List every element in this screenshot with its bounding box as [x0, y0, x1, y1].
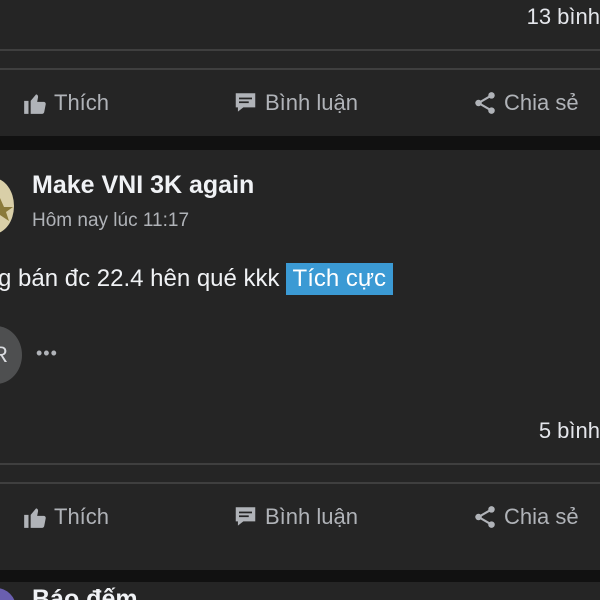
share-label: Chia sẻ	[504, 90, 579, 115]
divider	[0, 49, 600, 51]
comment-button[interactable]: Bình luận	[232, 90, 358, 116]
like-label: Thích	[54, 504, 110, 529]
author-name[interactable]: Báo đếm	[32, 585, 138, 600]
avatar-initial: R	[0, 342, 8, 367]
like-label: Thích	[54, 90, 110, 115]
post-body: g bán đc 22.4 hên qué kkk Tích cực	[0, 263, 393, 295]
like-button[interactable]: Thích	[22, 504, 109, 530]
post-card: 13 bình Thích Bình luận Chia sẻ	[0, 0, 600, 136]
author-avatar[interactable]	[0, 178, 14, 234]
share-icon	[472, 504, 498, 530]
divider	[0, 463, 600, 465]
share-button[interactable]: Chia sẻ	[472, 504, 579, 530]
comment-bubble-icon	[232, 90, 259, 116]
thumbs-up-icon	[22, 90, 48, 116]
like-button[interactable]: Thích	[22, 90, 109, 116]
author-avatar[interactable]	[0, 588, 16, 600]
comment-label: Bình luận	[265, 90, 358, 115]
more-options-icon[interactable]: •••	[36, 343, 58, 364]
divider	[0, 482, 600, 484]
comment-count[interactable]: 13 bình	[527, 4, 600, 30]
comment-label: Bình luận	[265, 504, 358, 529]
post-text: g bán đc 22.4 hên qué kkk	[0, 265, 280, 292]
share-button[interactable]: Chia sẻ	[472, 90, 579, 116]
comment-count[interactable]: 5 bình	[539, 418, 600, 444]
divider	[0, 68, 600, 70]
reactor-avatar[interactable]: R	[0, 326, 22, 384]
author-name[interactable]: Make VNI 3K again	[32, 171, 254, 200]
share-icon	[472, 90, 498, 116]
comment-button[interactable]: Bình luận	[232, 504, 358, 530]
thumbs-up-icon	[22, 504, 48, 530]
selected-text-highlight: Tích cực	[285, 263, 393, 295]
share-label: Chia sẻ	[504, 504, 579, 529]
post-card: Báo đếm	[0, 582, 600, 600]
post-card: Make VNI 3K again Hôm nay lúc 11:17 g bá…	[0, 150, 600, 570]
post-timestamp[interactable]: Hôm nay lúc 11:17	[32, 210, 189, 232]
comment-bubble-icon	[232, 504, 259, 530]
